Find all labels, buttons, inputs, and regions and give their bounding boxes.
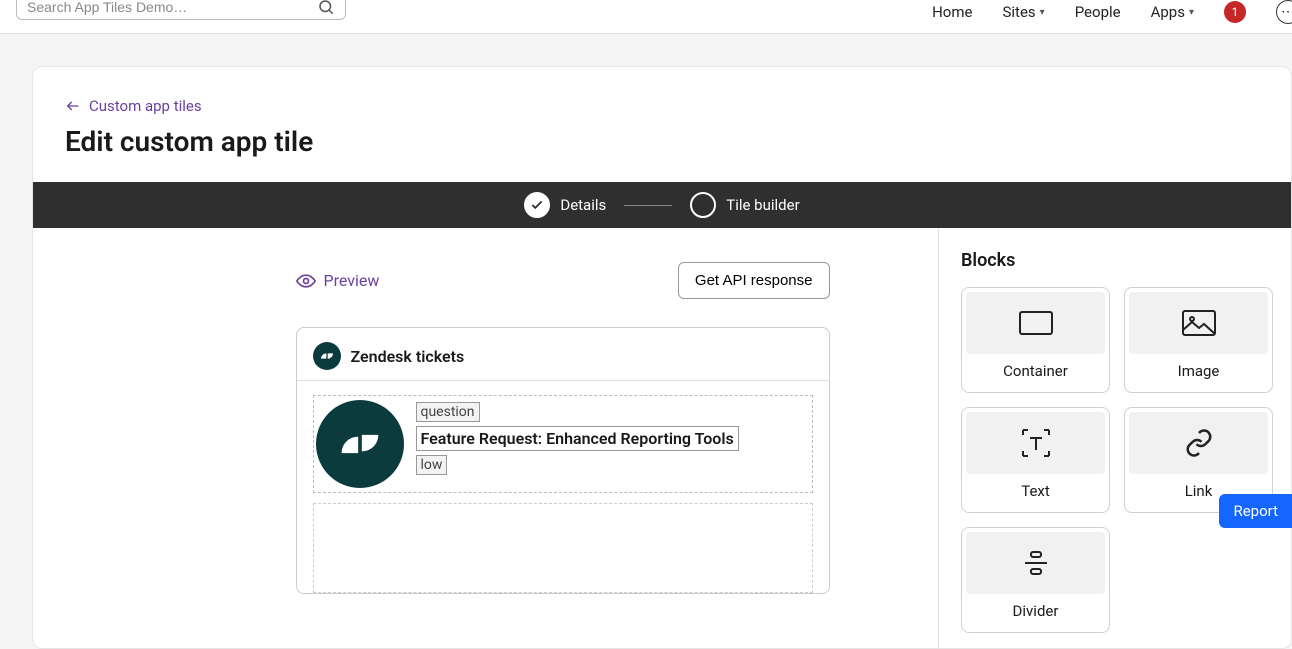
canvas-actions: Preview Get API response xyxy=(296,262,830,299)
top-bar: Home Sites ▾ People Apps ▾ 1 ⋯ xyxy=(0,0,1292,34)
tile-header: Zendesk tickets xyxy=(297,328,829,380)
arrow-left-icon xyxy=(65,98,81,114)
nav-sites-label: Sites xyxy=(1002,3,1035,21)
canvas-column: Preview Get API response Zendesk tickets xyxy=(33,228,939,648)
link-icon xyxy=(1129,412,1268,474)
block-divider[interactable]: Divider xyxy=(961,527,1110,633)
step-circle-empty xyxy=(690,192,716,218)
step-builder-label: Tile builder xyxy=(726,196,799,214)
tile-body: question Feature Request: Enhanced Repor… xyxy=(297,381,829,593)
block-image[interactable]: Image xyxy=(1124,287,1273,393)
chevron-down-icon: ▾ xyxy=(1040,7,1045,18)
report-button[interactable]: Report xyxy=(1219,494,1292,528)
block-text-label: Text xyxy=(1021,482,1050,508)
type-tag[interactable]: question xyxy=(416,402,480,422)
blocks-panel: Blocks Container Image xyxy=(939,228,1291,648)
breadcrumb-label: Custom app tiles xyxy=(89,97,202,115)
step-details[interactable]: Details xyxy=(524,192,606,218)
nav-sites[interactable]: Sites ▾ xyxy=(1002,3,1044,21)
stepper-bar: Details Tile builder xyxy=(33,182,1291,228)
chevron-down-icon: ▾ xyxy=(1189,7,1194,18)
search-box[interactable] xyxy=(16,0,346,20)
tile-item-row: question Feature Request: Enhanced Repor… xyxy=(316,398,810,490)
blocks-grid: Container Image Text xyxy=(961,287,1273,633)
nav-apps[interactable]: Apps ▾ xyxy=(1151,3,1194,21)
block-container[interactable]: Container xyxy=(961,287,1110,393)
step-divider xyxy=(624,205,672,206)
page-card: Custom app tiles Edit custom app tile De… xyxy=(32,66,1292,649)
get-api-response-button[interactable]: Get API response xyxy=(678,262,830,299)
zendesk-icon xyxy=(313,342,341,370)
preview-label: Preview xyxy=(324,271,380,290)
priority-tag[interactable]: low xyxy=(416,455,448,475)
more-menu[interactable]: ⋯ xyxy=(1276,0,1292,24)
item-title[interactable]: Feature Request: Enhanced Reporting Tool… xyxy=(416,426,739,451)
block-text[interactable]: Text xyxy=(961,407,1110,513)
image-icon xyxy=(1129,292,1268,354)
builder-area: Preview Get API response Zendesk tickets xyxy=(33,228,1291,648)
search-icon xyxy=(317,0,335,16)
tile-item-container[interactable]: question Feature Request: Enhanced Repor… xyxy=(313,395,813,493)
nav-apps-label: Apps xyxy=(1151,3,1185,21)
empty-drop-zone[interactable] xyxy=(313,503,813,593)
tile-item-meta: question Feature Request: Enhanced Repor… xyxy=(416,400,739,475)
text-icon xyxy=(966,412,1105,474)
zendesk-logo-icon xyxy=(316,400,404,488)
eye-icon xyxy=(296,271,316,291)
nav-home[interactable]: Home xyxy=(932,3,972,21)
breadcrumb[interactable]: Custom app tiles xyxy=(65,97,1259,115)
notification-badge[interactable]: 1 xyxy=(1224,1,1246,23)
search-input[interactable] xyxy=(27,0,317,15)
blocks-heading: Blocks xyxy=(961,250,1273,271)
nav-right: Home Sites ▾ People Apps ▾ 1 ⋯ xyxy=(932,0,1292,24)
block-link-label: Link xyxy=(1185,482,1213,508)
block-image-label: Image xyxy=(1178,362,1220,388)
step-tile-builder[interactable]: Tile builder xyxy=(690,192,799,218)
page-header: Custom app tiles Edit custom app tile xyxy=(33,67,1291,182)
block-divider-label: Divider xyxy=(1013,602,1059,628)
block-container-label: Container xyxy=(1003,362,1068,388)
container-icon xyxy=(966,292,1105,354)
step-details-label: Details xyxy=(560,196,606,214)
check-icon xyxy=(524,192,550,218)
tile-title: Zendesk tickets xyxy=(351,347,465,366)
tile-preview: Zendesk tickets question Feature xyxy=(296,327,830,594)
nav-people[interactable]: People xyxy=(1075,3,1121,21)
page-title: Edit custom app tile xyxy=(65,125,1259,158)
preview-link[interactable]: Preview xyxy=(296,271,380,291)
divider-icon xyxy=(966,532,1105,594)
